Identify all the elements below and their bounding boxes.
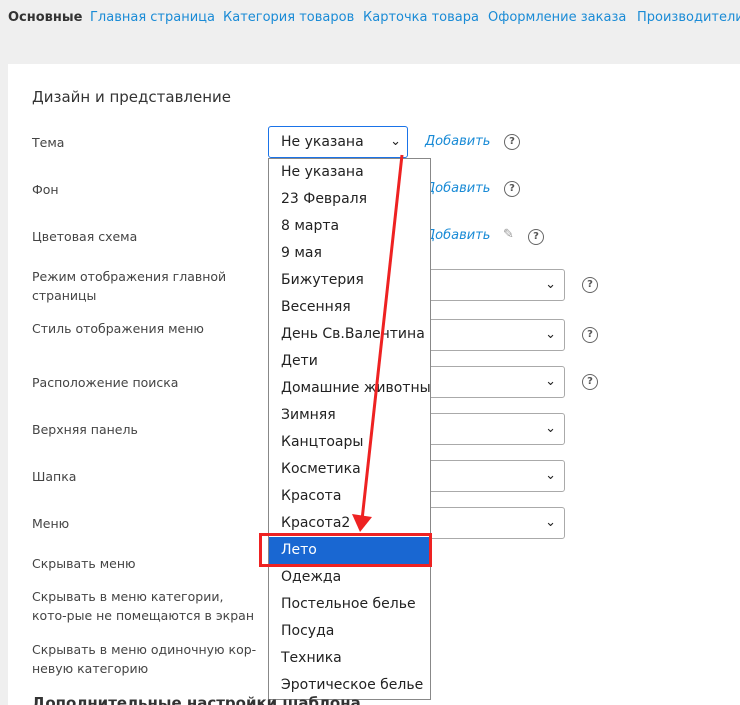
selected-option-highlight bbox=[259, 533, 432, 567]
chevron-down-icon: ⌄ bbox=[545, 374, 556, 389]
option-may-9[interactable]: 9 мая bbox=[269, 240, 430, 267]
option-valentine[interactable]: День Св.Валентина bbox=[269, 321, 430, 348]
option-mar-8[interactable]: 8 марта bbox=[269, 213, 430, 240]
option-spring[interactable]: Весенняя bbox=[269, 294, 430, 321]
tab-main[interactable]: Основные bbox=[8, 10, 82, 25]
label-hide-menu: Скрывать меню bbox=[32, 556, 136, 571]
chevron-down-icon: ⌄ bbox=[390, 134, 401, 149]
theme-add-link[interactable]: Добавить bbox=[425, 134, 490, 149]
section-title: Дизайн и представление bbox=[32, 88, 232, 106]
color-scheme-add-link[interactable]: Добавить bbox=[425, 228, 490, 243]
option-jewelry[interactable]: Бижутерия bbox=[269, 267, 430, 294]
option-winter[interactable]: Зимняя bbox=[269, 402, 430, 429]
theme-select[interactable]: Не указана ⌄ bbox=[268, 126, 408, 158]
option-clothing[interactable]: Одежда bbox=[269, 564, 430, 591]
help-icon[interactable]: ? bbox=[504, 181, 520, 197]
option-not-specified[interactable]: Не указана bbox=[269, 159, 430, 186]
background-add-link[interactable]: Добавить bbox=[425, 181, 490, 196]
theme-select-value: Не указана bbox=[281, 134, 364, 150]
label-main-page-mode: Режим отображения главной страницы bbox=[32, 269, 227, 303]
label-header: Шапка bbox=[32, 469, 77, 484]
option-pets[interactable]: Домашние животные bbox=[269, 375, 430, 402]
tab-product-card[interactable]: Карточка товара bbox=[363, 10, 479, 25]
theme-dropdown-list[interactable]: Не указана 23 Февраля 8 марта 9 мая Бижу… bbox=[268, 158, 431, 700]
chevron-down-icon: ⌄ bbox=[545, 277, 556, 292]
option-dishes[interactable]: Посуда bbox=[269, 618, 430, 645]
help-icon[interactable]: ? bbox=[582, 374, 598, 390]
pencil-icon[interactable]: ✎ bbox=[503, 227, 514, 242]
chevron-down-icon: ⌄ bbox=[545, 515, 556, 530]
option-feb-23[interactable]: 23 Февраля bbox=[269, 186, 430, 213]
label-menu: Меню bbox=[32, 516, 70, 531]
chevron-down-icon: ⌄ bbox=[545, 468, 556, 483]
option-stationery[interactable]: Канцтоары bbox=[269, 429, 430, 456]
chevron-down-icon: ⌄ bbox=[545, 421, 556, 436]
help-icon[interactable]: ? bbox=[582, 327, 598, 343]
help-icon[interactable]: ? bbox=[504, 134, 520, 150]
tab-home-page[interactable]: Главная страница bbox=[90, 10, 215, 25]
tab-manufacturers[interactable]: Производители bbox=[637, 10, 740, 25]
help-icon[interactable]: ? bbox=[528, 229, 544, 245]
tab-checkout[interactable]: Оформление заказа bbox=[488, 10, 626, 25]
label-theme: Тема bbox=[32, 135, 65, 150]
label-color-scheme: Цветовая схема bbox=[32, 229, 138, 244]
chevron-down-icon: ⌄ bbox=[545, 327, 556, 342]
label-search-position: Расположение поиска bbox=[32, 375, 179, 390]
option-electronics[interactable]: Техника bbox=[269, 645, 430, 672]
option-kids[interactable]: Дети bbox=[269, 348, 430, 375]
top-tabs: Основные Главная страница Категория това… bbox=[0, 0, 740, 36]
label-menu-style: Стиль отображения меню bbox=[32, 321, 204, 336]
option-cosmetics[interactable]: Косметика bbox=[269, 456, 430, 483]
section-title-additional: Дополнительные настройки шаблона bbox=[32, 694, 361, 705]
option-bedding[interactable]: Постельное белье bbox=[269, 591, 430, 618]
label-hide-single-root: Скрывать в меню одиночную кор-невую кате… bbox=[32, 642, 257, 676]
option-beauty[interactable]: Красота bbox=[269, 483, 430, 510]
label-hide-categories: Скрывать в меню категории, кото-рые не п… bbox=[32, 589, 255, 623]
label-background: Фон bbox=[32, 182, 59, 197]
label-top-panel: Верхняя панель bbox=[32, 422, 138, 437]
help-icon[interactable]: ? bbox=[582, 277, 598, 293]
tab-category[interactable]: Категория товаров bbox=[223, 10, 354, 25]
